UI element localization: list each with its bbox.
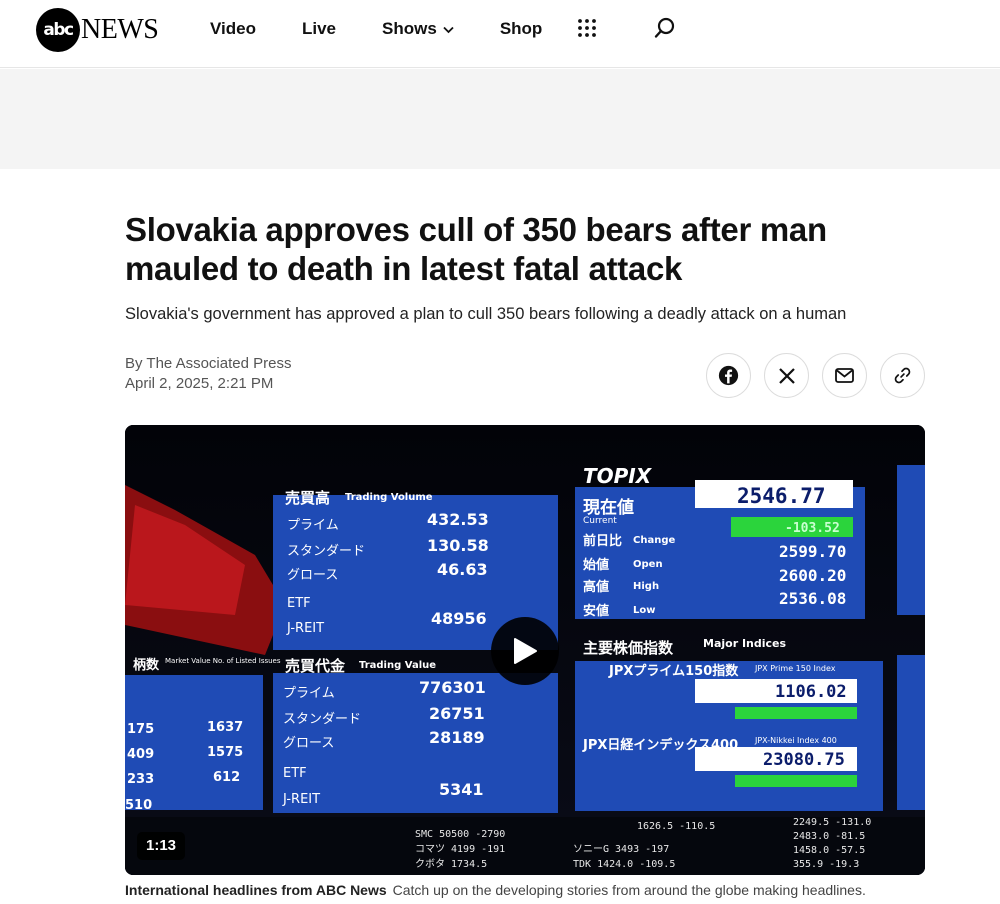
article-subheadline: Slovakia's government has approved a pla… [125, 305, 847, 323]
play-icon [514, 638, 537, 664]
volume-row-value: 48956 [431, 609, 487, 628]
facebook-share-button[interactable] [706, 353, 751, 398]
topix-change-label-en: Change [633, 535, 675, 546]
byline-block: By The Associated Press April 2, 2025, 2… [125, 354, 291, 394]
topix-high-value: 2600.20 [779, 566, 846, 585]
indices-title-en: Major Indices [703, 637, 787, 650]
volume-row-value: 432.53 [427, 510, 489, 529]
email-icon [835, 368, 854, 383]
value-row-value: 28189 [429, 728, 485, 747]
ticker-item: 1458.0 -57.5 [793, 845, 865, 856]
index2-name-en: JPX-Nikkei Index 400 [754, 736, 837, 745]
volume-title: 売買高 [285, 489, 330, 507]
index1-value: 1106.02 [775, 682, 847, 702]
x-share-button[interactable] [764, 353, 809, 398]
video-caption: International headlines from ABC News Cat… [125, 882, 866, 898]
value-title-en: Trading Value [359, 660, 436, 671]
ticker-item: TDK 1424.0 -109.5 [573, 859, 675, 870]
play-button[interactable] [491, 617, 559, 685]
topix-change-value: -103.52 [785, 521, 840, 536]
left-row-b: 612 [213, 770, 240, 785]
left-row-b: 1575 [207, 745, 243, 760]
chevron-down-icon [443, 19, 454, 39]
email-share-button[interactable] [822, 353, 867, 398]
topix-open-label: 始値 [583, 557, 609, 573]
topix-current-value: 2546.77 [737, 484, 826, 508]
value-row-value: 776301 [419, 678, 486, 697]
volume-title-en: Trading Volume [345, 492, 433, 503]
ticker-item: SMC 50500 -2790 [415, 829, 505, 840]
left-row-a: 233 [127, 772, 154, 787]
volume-row-value: 130.58 [427, 536, 489, 555]
facebook-icon [718, 365, 739, 386]
publish-date: April 2, 2025, 2:21 PM [125, 375, 274, 392]
topix-low-value: 2536.08 [779, 589, 846, 608]
left-panel-subtitle: Market Value No. of Listed Issues [165, 657, 281, 665]
volume-row-label: グロース [287, 568, 338, 583]
index1-name: JPXプライム150指数 [608, 663, 739, 679]
left-row-b: 1637 [207, 720, 243, 735]
article-headline: Slovakia approves cull of 350 bears afte… [125, 211, 827, 287]
volume-row-label: スタンダード [287, 544, 365, 559]
logo-wordmark: NEWS [81, 14, 159, 45]
nav-shop[interactable]: Shop [500, 18, 543, 40]
left-panel-title: 柄数 [133, 657, 160, 673]
video-caption-text: Catch up on the developing stories from … [392, 882, 866, 898]
left-row-a: 175 [127, 722, 154, 737]
link-icon [894, 367, 911, 384]
nav-live[interactable]: Live [302, 18, 336, 40]
ticker-item: ソニーG 3493 -197 [573, 844, 669, 855]
value-row-label: プライム [283, 686, 335, 701]
copy-link-button[interactable] [880, 353, 925, 398]
volume-row-label: J-REIT [286, 621, 324, 636]
value-title: 売買代金 [285, 657, 346, 675]
topix-open-value: 2599.70 [779, 542, 846, 561]
volume-row-label: ETF [287, 596, 311, 611]
nav-shows[interactable]: Shows [382, 18, 454, 40]
topix-high-label: 高値 [583, 579, 609, 595]
byline-author[interactable]: By The Associated Press [125, 354, 291, 374]
indices-title: 主要株価指数 [583, 639, 674, 657]
topix-low-label: 安値 [583, 603, 609, 619]
nav-shows-label: Shows [382, 19, 437, 38]
video-caption-title[interactable]: International headlines from ABC News [125, 882, 387, 898]
topix-current-label-en: Current [583, 516, 617, 526]
value-row-label: スタンダード [283, 712, 361, 727]
topix-high-label-en: High [633, 581, 659, 592]
topix-change-label: 前日比 [583, 533, 622, 549]
value-row-value: 26751 [429, 704, 485, 723]
left-row-a: 510 [125, 798, 152, 813]
video-duration-badge: 1:13 [137, 832, 186, 860]
volume-row-label: プライム [287, 518, 339, 533]
ad-placeholder [0, 69, 1000, 169]
value-row-label: J-REIT [282, 792, 320, 807]
ticker-item: 2249.5 -131.0 [793, 817, 871, 828]
ticker-item: 1626.5 -110.5 [637, 821, 715, 832]
search-icon[interactable] [654, 17, 676, 39]
value-row-value: 5341 [439, 780, 484, 799]
topix-current-label: 現在値 [583, 497, 634, 518]
topix-brand: TOPIX [583, 464, 653, 488]
index2-value: 23080.75 [763, 750, 845, 770]
index1-name-en: JPX Prime 150 Index [754, 664, 836, 673]
site-header: abc NEWS Video Live Shows Shop [0, 0, 1000, 68]
volume-row-value: 46.63 [437, 560, 488, 579]
logo-circle: abc [36, 8, 80, 52]
main-nav: Video Live Shows Shop [210, 18, 588, 40]
grid-dots-icon[interactable] [577, 18, 597, 38]
nav-video[interactable]: Video [210, 18, 256, 40]
ticker-item: クボタ 1734.5 [415, 858, 487, 870]
left-row-a: 409 [127, 747, 154, 762]
ticker-item: 2483.0 -81.5 [793, 831, 865, 842]
x-icon [778, 367, 795, 384]
ticker-item: 355.9 -19.3 [793, 859, 859, 870]
ticker-item: コマツ 4199 -191 [415, 844, 505, 855]
value-row-label: グロース [283, 736, 334, 751]
video-player[interactable]: 柄数 Market Value No. of Listed Issues 175… [125, 425, 925, 875]
value-row-label: ETF [283, 766, 307, 781]
share-buttons [706, 353, 938, 398]
abc-news-logo[interactable]: abc NEWS [36, 8, 159, 52]
topix-open-label-en: Open [633, 559, 663, 570]
topix-low-label-en: Low [633, 605, 655, 616]
